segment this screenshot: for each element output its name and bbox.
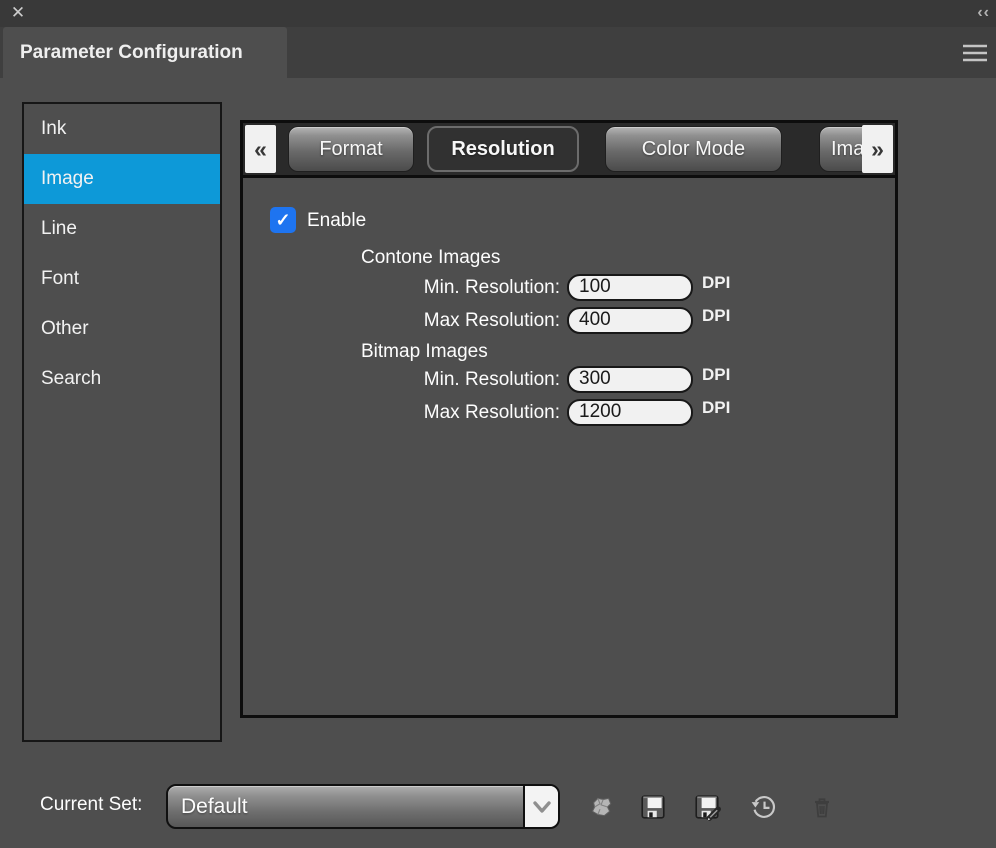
current-set-label: Current Set: xyxy=(40,794,142,816)
tab-resolution[interactable]: Resolution xyxy=(427,126,579,172)
current-set-value: Default xyxy=(181,786,248,827)
trash-icon xyxy=(809,794,835,820)
bitmap-images-heading: Bitmap Images xyxy=(361,341,488,363)
tab-parameter-configuration[interactable]: Parameter Configuration xyxy=(3,27,287,78)
tab-scroll-right-icon[interactable]: » xyxy=(862,125,893,173)
save-set-button[interactable] xyxy=(637,791,669,823)
current-set-dropdown[interactable]: Default xyxy=(166,784,560,829)
sidebar-item-image[interactable]: Image xyxy=(24,154,220,204)
category-list: Ink Image Line Font Other Search xyxy=(22,102,222,742)
bitmap-min-resolution-input[interactable] xyxy=(567,366,693,393)
min-resolution-label: Min. Resolution: xyxy=(340,369,560,391)
max-resolution-label: Max Resolution: xyxy=(340,310,560,332)
tab-strip: « Format Resolution Color Mode Ima » xyxy=(243,123,895,178)
contone-images-heading: Contone Images xyxy=(361,247,500,269)
parameter-configuration-window: ✕ ‹‹ Parameter Configuration Ink Image L… xyxy=(0,0,996,848)
history-clock-icon xyxy=(750,793,778,821)
dpi-unit-label: DPI xyxy=(702,306,730,326)
collapse-panel-icon[interactable]: ‹‹ xyxy=(977,3,990,23)
sidebar-item-other[interactable]: Other xyxy=(24,304,220,354)
contone-max-resolution-row: Max Resolution: DPI xyxy=(340,307,730,334)
bitmap-max-resolution-input[interactable] xyxy=(567,399,693,426)
sidebar-item-ink[interactable]: Ink xyxy=(24,104,220,154)
dpi-unit-label: DPI xyxy=(702,365,730,385)
enable-checkbox[interactable]: ✓ xyxy=(270,207,296,233)
bitmap-min-resolution-row: Min. Resolution: DPI xyxy=(340,366,730,393)
close-icon[interactable]: ✕ xyxy=(8,3,28,23)
tab-scroll-left-icon[interactable]: « xyxy=(245,125,276,173)
contone-max-resolution-input[interactable] xyxy=(567,307,693,334)
sidebar-item-search[interactable]: Search xyxy=(24,354,220,404)
new-set-button[interactable] xyxy=(584,791,616,823)
save-icon xyxy=(639,793,667,821)
bitmap-max-resolution-row: Max Resolution: DPI xyxy=(340,399,730,426)
hamburger-icon xyxy=(962,43,988,63)
window-titlebar: ✕ ‹‹ xyxy=(0,0,996,27)
max-resolution-label: Max Resolution: xyxy=(340,402,560,424)
save-set-as-button[interactable] xyxy=(691,791,723,823)
panel-header: Parameter Configuration xyxy=(0,27,996,78)
panel-title: Parameter Configuration xyxy=(3,27,287,78)
enable-label: Enable xyxy=(307,207,366,234)
dpi-unit-label: DPI xyxy=(702,398,730,418)
sidebar-item-font[interactable]: Font xyxy=(24,254,220,304)
dropdown-arrow-button[interactable] xyxy=(523,786,558,827)
save-as-icon xyxy=(693,793,721,821)
min-resolution-label: Min. Resolution: xyxy=(340,277,560,299)
restore-set-button[interactable] xyxy=(748,791,780,823)
new-set-icon xyxy=(586,793,614,821)
checkmark-icon: ✓ xyxy=(275,210,290,231)
delete-set-button[interactable] xyxy=(806,791,838,823)
tab-format[interactable]: Format xyxy=(288,126,414,172)
dpi-unit-label: DPI xyxy=(702,273,730,293)
tab-color-mode[interactable]: Color Mode xyxy=(605,126,782,172)
settings-panel: « Format Resolution Color Mode Ima » ✓ E… xyxy=(240,120,898,718)
resolution-tab-content: ✓ Enable Contone Images Min. Resolution:… xyxy=(243,178,895,715)
contone-min-resolution-row: Min. Resolution: DPI xyxy=(340,274,730,301)
sidebar-item-line[interactable]: Line xyxy=(24,204,220,254)
contone-min-resolution-input[interactable] xyxy=(567,274,693,301)
chevron-down-icon xyxy=(531,799,553,815)
panel-menu-icon[interactable] xyxy=(962,43,988,63)
